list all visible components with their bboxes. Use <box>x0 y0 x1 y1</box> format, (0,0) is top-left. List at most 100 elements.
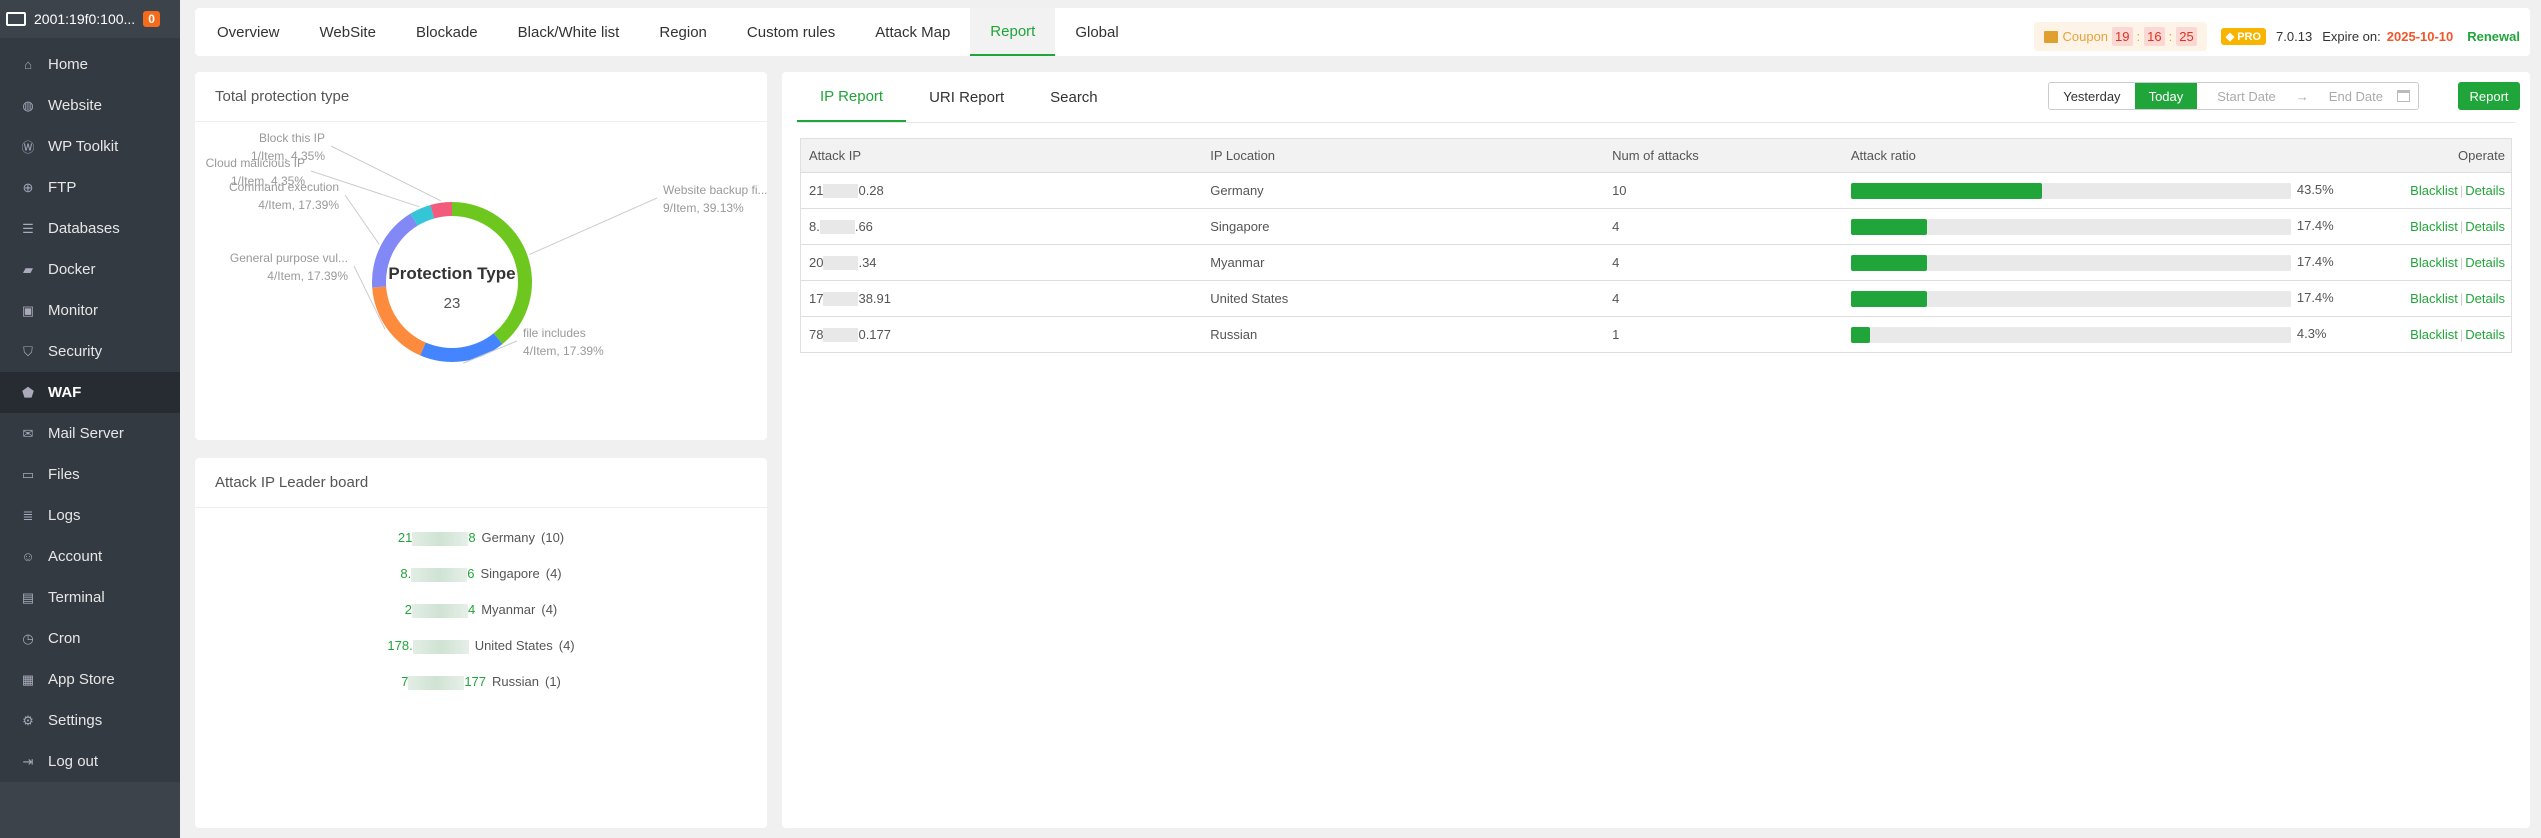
ip-start: 17 <box>809 290 824 306</box>
sidebar-item-website[interactable]: ◍ Website <box>0 85 180 126</box>
sidebar-item-label: Website <box>48 97 102 114</box>
ratio-label: 17.4% <box>2296 254 2334 270</box>
details-link[interactable]: Details <box>2465 219 2505 234</box>
details-link[interactable]: Details <box>2465 183 2505 198</box>
tab-ip-report[interactable]: IP Report <box>797 72 907 122</box>
calendar-icon[interactable] <box>2397 83 2418 109</box>
tab-blockade[interactable]: Blockade <box>396 8 498 56</box>
ip-mask <box>823 256 859 271</box>
sidebar-item-wp-toolkit[interactable]: Ⓦ WP Toolkit <box>0 126 180 167</box>
sidebar-item-label: Docker <box>48 261 96 278</box>
protection-type-card: Total protection type Website backup fi.… <box>195 72 768 440</box>
sidebar-item-docker[interactable]: ▰ Docker <box>0 249 180 290</box>
ip-start: 21 <box>809 182 824 198</box>
details-link[interactable]: Details <box>2465 291 2505 306</box>
donut-slice[interactable] <box>420 333 503 362</box>
ip-start: 7 <box>401 674 409 689</box>
blacklist-link[interactable]: Blacklist <box>2410 183 2458 198</box>
sidebar-item-ftp[interactable]: ⊕ FTP <box>0 167 180 208</box>
start-date-input[interactable]: Start Date <box>2197 83 2290 109</box>
attack-ratio-cell: 43.5% <box>1842 172 2403 209</box>
sidebar-item-account[interactable]: ☺ Account <box>0 536 180 577</box>
report-button[interactable]: Report <box>2458 82 2520 110</box>
column-header: Attack IP <box>800 138 1203 173</box>
ip-start: 20 <box>809 254 824 270</box>
ip-mask <box>411 567 468 582</box>
sidebar-item-security[interactable]: ⛉ Security <box>0 331 180 372</box>
tab-region[interactable]: Region <box>639 8 727 56</box>
sidebar-item-databases[interactable]: ☰ Databases <box>0 208 180 249</box>
clock-icon: ◷ <box>22 630 34 646</box>
sidebar-item-app-store[interactable]: ▦ App Store <box>0 659 180 700</box>
tab-website[interactable]: WebSite <box>300 8 396 56</box>
tab-custom-rules[interactable]: Custom rules <box>727 8 855 56</box>
separator: | <box>2459 291 2464 306</box>
top-nav: Overview WebSite Blockade Black/White list R… <box>195 8 2530 56</box>
leaderboard-ip[interactable]: 21 8 <box>398 530 476 546</box>
leaderboard-ip[interactable]: 7 177 <box>401 674 486 690</box>
num-attacks-cell: 4 <box>1604 208 1843 245</box>
coupon-icon <box>2044 30 2059 43</box>
ratio-bar-fill <box>1850 326 1870 343</box>
notification-badge[interactable]: 0 <box>143 11 160 27</box>
database-icon: ☰ <box>22 220 34 236</box>
attack-ip-cell: 17 38.91 <box>800 280 1203 317</box>
ratio-label: 17.4% <box>2296 290 2334 306</box>
sidebar-item-cron[interactable]: ◷ Cron <box>0 618 180 659</box>
timer-seconds: 25 <box>2176 27 2197 46</box>
renewal-link[interactable]: Renewal <box>2467 29 2520 44</box>
server-header[interactable]: 2001:19f0:100... 0 <box>0 0 180 38</box>
sidebar-item-monitor[interactable]: ▣ Monitor <box>0 290 180 331</box>
card-title: Attack IP Leader board <box>195 458 767 508</box>
yesterday-button[interactable]: Yesterday <box>2049 83 2134 109</box>
sidebar-item-mail-server[interactable]: ✉ Mail Server <box>0 413 180 454</box>
sidebar-item-files[interactable]: ▭ Files <box>0 454 180 495</box>
donut-slice[interactable] <box>430 202 452 219</box>
sidebar-item-log-out[interactable]: ⇥ Log out <box>0 741 180 782</box>
table-row: 21 0.28 Germany 10 43.5% Blacklist | Details <box>800 172 2512 209</box>
tab-global[interactable]: Global <box>1055 8 1138 56</box>
tab-report[interactable]: Report <box>970 8 1056 56</box>
tab-search[interactable]: Search <box>1027 72 1121 122</box>
ratio-label: 17.4% <box>2296 218 2334 234</box>
donut-slice[interactable] <box>372 286 426 356</box>
ip-mask <box>412 639 469 654</box>
ip-location-cell: Myanmar <box>1202 244 1605 281</box>
sidebar-item-label: Home <box>48 56 89 73</box>
sidebar-item-label: Cron <box>48 630 81 647</box>
details-link[interactable]: Details <box>2465 255 2505 270</box>
ratio-bar-fill <box>1850 254 1928 271</box>
sidebar-item-settings[interactable]: ⚙ Settings <box>0 700 180 741</box>
tab-black-white-list[interactable]: Black/White list <box>498 8 640 56</box>
ratio-bar <box>1850 182 2291 199</box>
tab-overview[interactable]: Overview <box>197 8 300 56</box>
sidebar-item-waf[interactable]: ⬟ WAF <box>0 372 180 413</box>
today-button[interactable]: Today <box>2134 83 2198 109</box>
leaderboard-ip[interactable]: 24 <box>405 602 475 618</box>
end-date-input[interactable]: End Date <box>2315 83 2397 109</box>
separator: | <box>2459 255 2464 270</box>
details-link[interactable]: Details <box>2465 327 2505 342</box>
tab-uri-report[interactable]: URI Report <box>906 72 1027 122</box>
blacklist-link[interactable]: Blacklist <box>2410 255 2458 270</box>
sidebar-item-logs[interactable]: ≣ Logs <box>0 495 180 536</box>
column-header: Attack ratio <box>1842 138 2403 173</box>
blacklist-link[interactable]: Blacklist <box>2410 219 2458 234</box>
ratio-bar <box>1850 290 2291 307</box>
leaderboard-count: (4) <box>541 602 558 617</box>
blacklist-link[interactable]: Blacklist <box>2410 327 2458 342</box>
leaderboard-location: United States <box>474 638 553 653</box>
donut-center-title: Protection Type <box>388 264 515 283</box>
leaderboard-ip[interactable]: 178. <box>387 638 469 654</box>
ip-location-cell: Singapore <box>1202 208 1605 245</box>
leaderboard-ip[interactable]: 8. 6 <box>400 566 474 582</box>
sidebar-item-label: App Store <box>48 671 115 688</box>
sidebar-item-home[interactable]: ⌂ Home <box>0 44 180 85</box>
operate-cell: Blacklist | Details <box>2402 172 2512 209</box>
ratio-bar-fill <box>1850 182 2043 199</box>
blacklist-link[interactable]: Blacklist <box>2410 291 2458 306</box>
coupon-timer[interactable]: Coupon 19: 16: 25 <box>2034 22 2207 51</box>
tab-attack-map[interactable]: Attack Map <box>855 8 970 56</box>
sidebar-item-terminal[interactable]: ▤ Terminal <box>0 577 180 618</box>
timer-hours: 19 <box>2112 27 2133 46</box>
